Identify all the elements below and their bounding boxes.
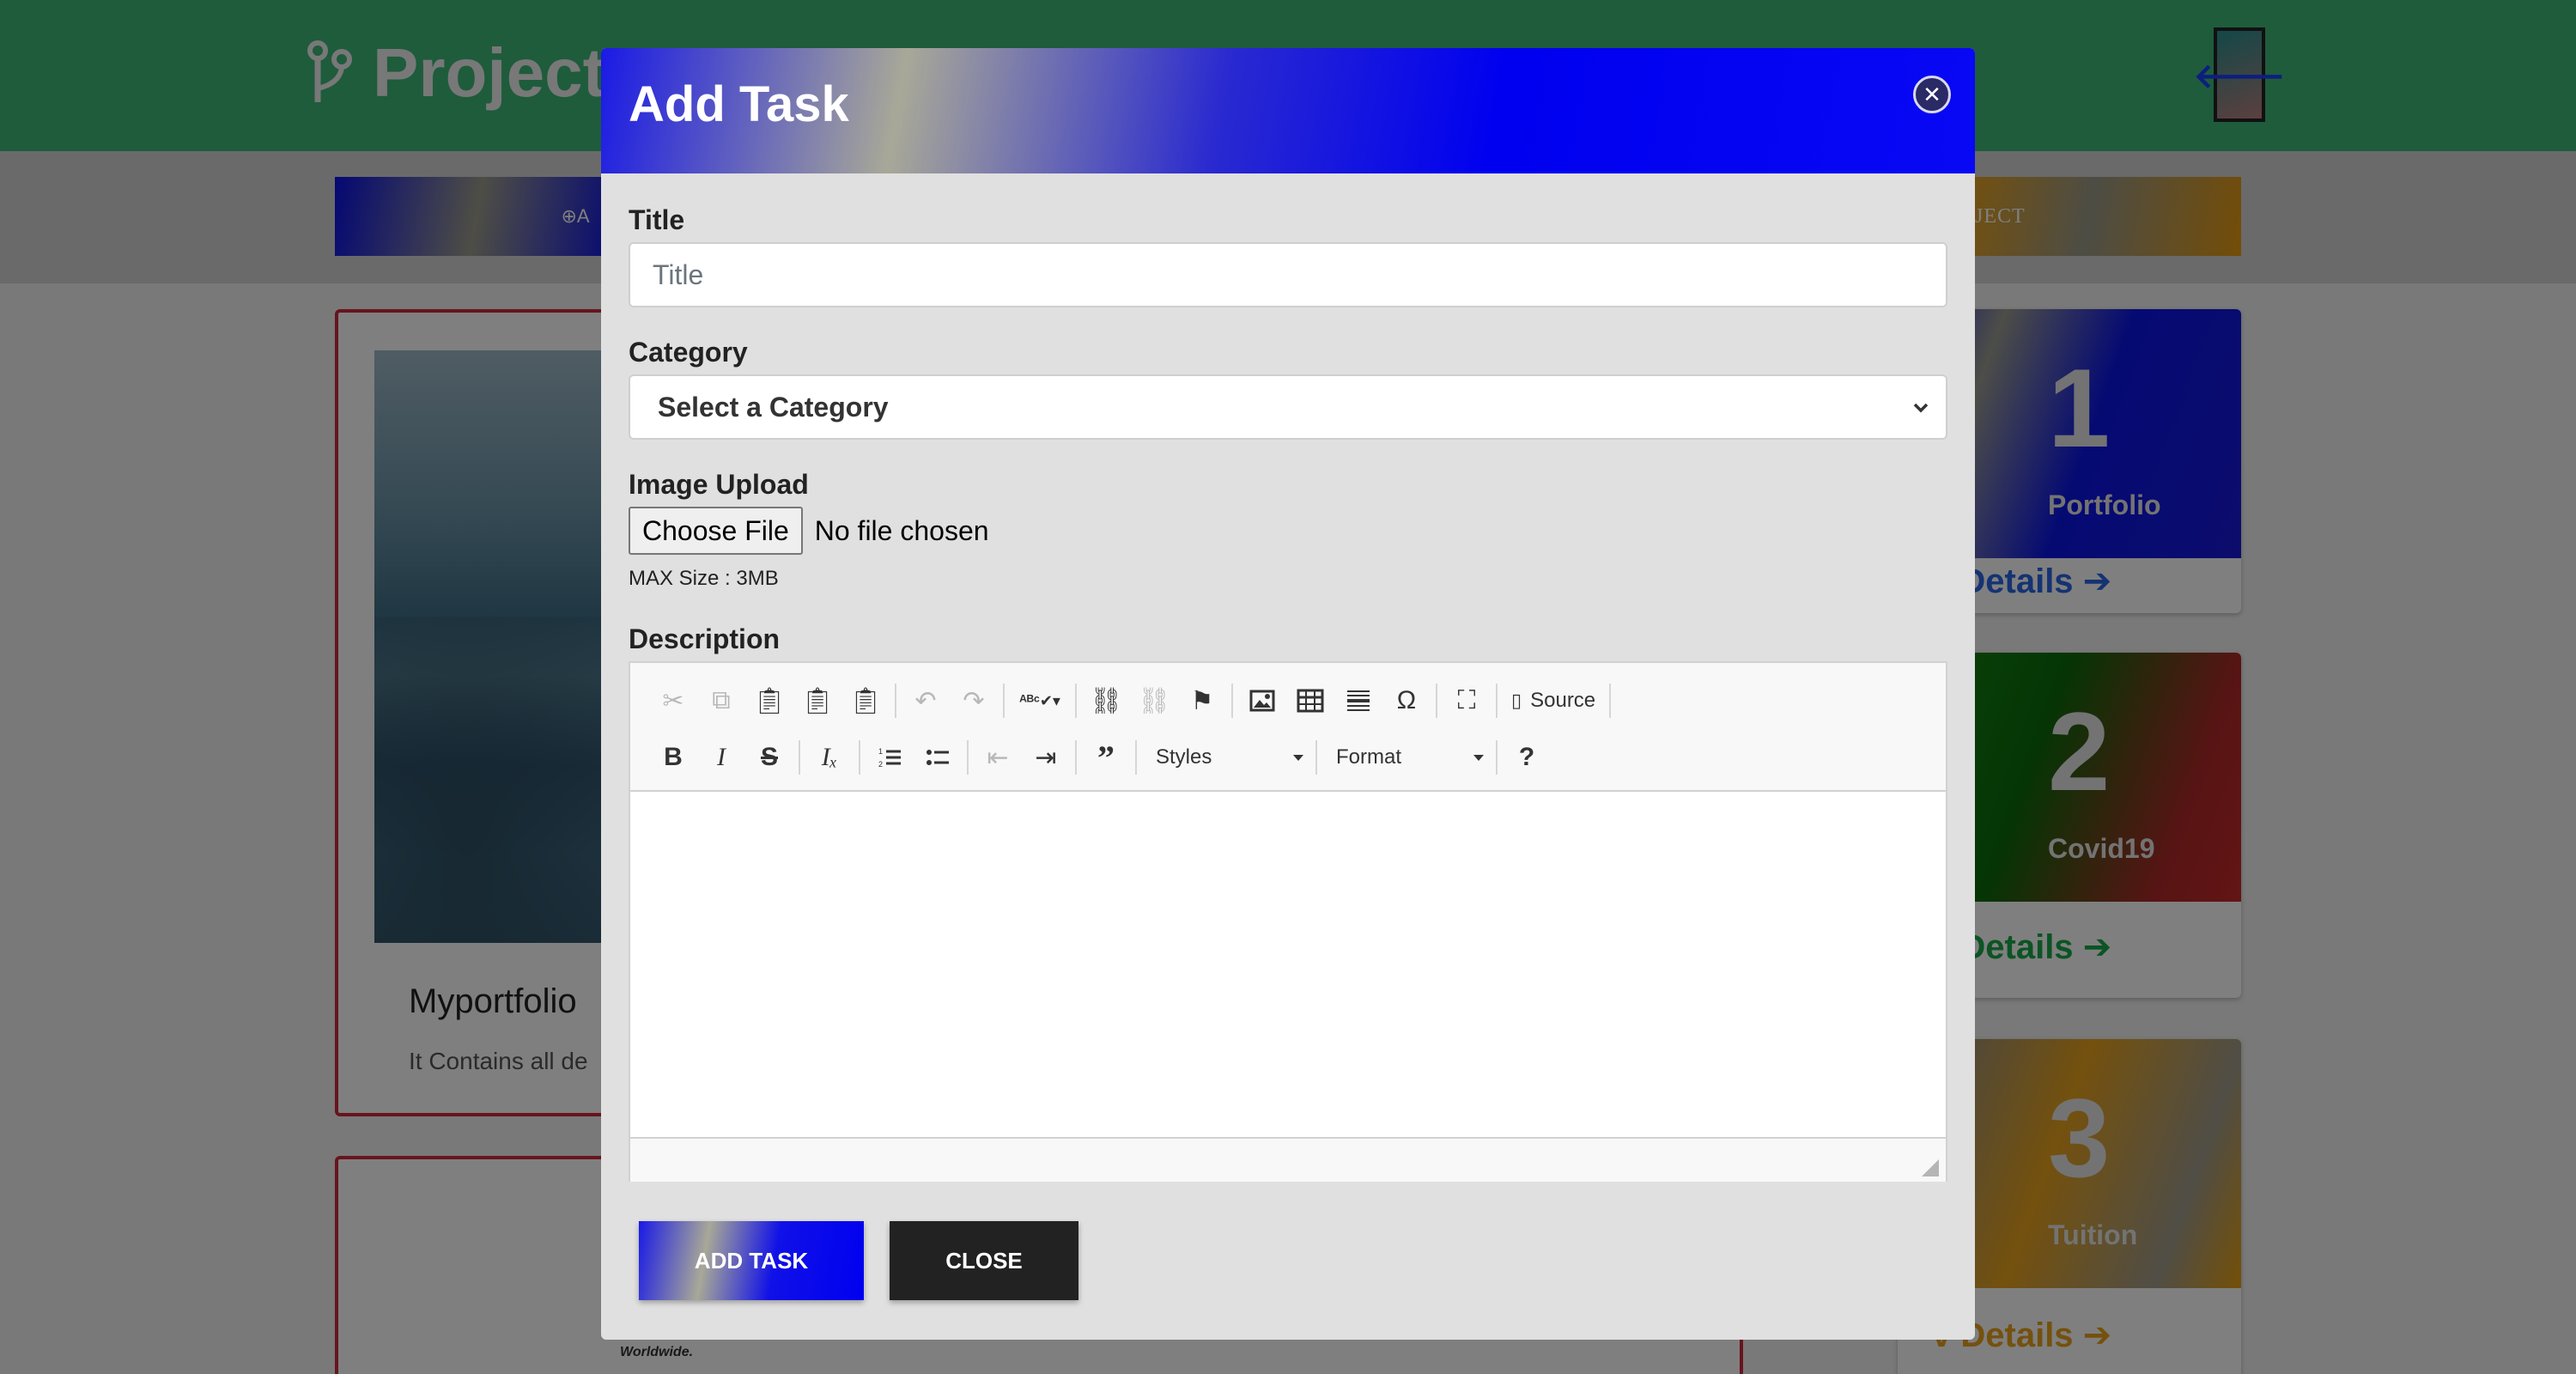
table-icon[interactable] [1286,677,1334,725]
paste-icon[interactable]: 📋︎ [745,677,793,725]
modal-title: Add Task [629,76,849,132]
category-select[interactable]: Select a Category [629,374,1947,440]
undo-icon[interactable]: ↶ [902,677,950,725]
toolbar-separator [1003,684,1005,718]
toolbar-separator [1609,684,1612,718]
source-label: Source [1530,689,1596,712]
source-icon: ▯ [1511,690,1522,711]
source-button[interactable]: ▯ Source [1503,689,1604,713]
bold-icon[interactable]: B [649,733,697,781]
horizontal-line-icon[interactable] [1334,677,1382,725]
indent-icon[interactable]: ⇥ [1022,733,1070,781]
anchor-icon[interactable]: ⚑ [1178,677,1226,725]
link-icon[interactable]: ⛓ [1082,677,1130,725]
blockquote-icon[interactable]: ” [1082,733,1130,781]
bulleted-list-icon[interactable] [914,733,962,781]
image-upload-label: Image Upload [629,469,809,500]
toolbar-separator [1075,684,1077,718]
maximize-icon[interactable]: ⛶ [1443,677,1491,725]
numbered-list-icon[interactable]: 12 [866,733,914,781]
outdent-icon[interactable]: ⇤ [974,733,1022,781]
image-icon[interactable] [1238,677,1286,725]
unlink-icon[interactable]: ⛓ [1130,677,1178,725]
toolbar-separator [1231,684,1233,718]
styles-dropdown[interactable]: Styles [1142,733,1310,781]
toolbar-separator [1496,684,1498,718]
title-label: Title [629,204,685,235]
description-editor-area[interactable] [630,792,1946,1137]
caret-down-icon [1293,754,1303,761]
title-placeholder: Title [653,258,704,290]
category-selected: Select a Category [658,391,889,423]
image-upload-field: Choose File No file chosen [629,507,989,555]
rich-text-editor: ✂ ⧉ 📋︎ 📋︎ 📋︎ ↶ ↷ ᴬᴮᶜ✔▾ ⛓ ⛓ ⚑ Ω ⛶ ▯ Sourc… [629,661,1947,1182]
format-label: Format [1336,745,1402,769]
description-label: Description [629,623,781,654]
toolbar-separator [1135,740,1137,775]
choose-file-button[interactable]: Choose File [629,507,803,555]
toolbar-row: ✂ ⧉ 📋︎ 📋︎ 📋︎ ↶ ↷ ᴬᴮᶜ✔▾ ⛓ ⛓ ⚑ Ω ⛶ ▯ Sourc… [649,677,1616,725]
format-dropdown[interactable]: Format [1322,733,1491,781]
max-size-hint: MAX Size : 3MB [629,567,779,590]
paste-word-icon[interactable]: 📋︎ [841,677,890,725]
help-icon[interactable]: ? [1503,733,1551,781]
caret-down-icon [1473,754,1484,761]
toolbar-separator [1315,740,1317,775]
chevron-down-icon [1911,398,1930,416]
file-status: No file chosen [814,514,989,546]
toolbar-separator [859,740,860,775]
special-char-icon[interactable]: Ω [1382,677,1431,725]
add-task-button[interactable]: ADD TASK [639,1221,864,1300]
copy-icon[interactable]: ⧉ [697,677,745,725]
toolbar-separator [1075,740,1077,775]
italic-icon[interactable]: I [697,733,745,781]
toolbar-separator [799,740,800,775]
svg-text:2: 2 [878,760,883,769]
toolbar-separator [967,740,969,775]
toolbar-separator [1436,684,1437,718]
toolbar-separator [1496,740,1498,775]
paste-text-icon[interactable]: 📋︎ [793,677,841,725]
strikethrough-icon[interactable]: S [745,733,793,781]
cut-icon[interactable]: ✂ [649,677,697,725]
editor-status-bar [630,1137,1946,1182]
category-label: Category [629,337,748,368]
toolbar-separator [895,684,896,718]
svg-text:1: 1 [878,747,883,756]
title-input[interactable]: Title [629,242,1947,307]
add-task-modal: Add Task ✕ Title Title Category Select a… [601,48,1975,1340]
remove-format-icon[interactable]: Iₓ [805,733,854,781]
toolbar-row: B I S Iₓ 12 ⇤ ⇥ ” Styles Format ? [649,733,1551,781]
close-button[interactable]: CLOSE [890,1221,1078,1300]
modal-header: Add Task ✕ [601,48,1975,173]
close-circle-icon[interactable]: ✕ [1913,76,1951,113]
editor-toolbar: ✂ ⧉ 📋︎ 📋︎ 📋︎ ↶ ↷ ᴬᴮᶜ✔▾ ⛓ ⛓ ⚑ Ω ⛶ ▯ Sourc… [630,663,1946,792]
styles-label: Styles [1156,745,1212,769]
spellcheck-icon[interactable]: ᴬᴮᶜ✔▾ [1010,677,1070,725]
resize-handle-icon[interactable] [1922,1159,1939,1176]
redo-icon[interactable]: ↷ [950,677,998,725]
